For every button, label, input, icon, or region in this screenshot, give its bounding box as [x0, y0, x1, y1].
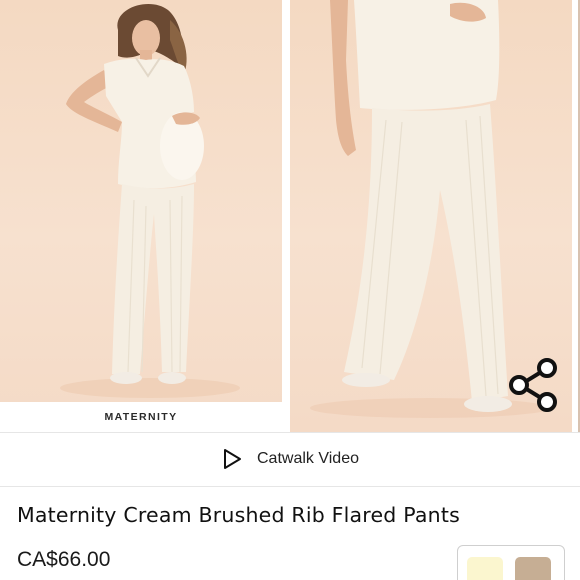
product-title: Maternity Cream Brushed Rib Flared Pants [17, 503, 460, 527]
share-icon [509, 358, 557, 412]
share-button[interactable] [506, 358, 562, 412]
product-image-front[interactable]: MATERNITY [0, 0, 282, 432]
swatch-mocha[interactable] [515, 557, 551, 580]
catwalk-video-button[interactable]: Catwalk Video [0, 433, 580, 485]
product-price: CA$66.00 [17, 548, 111, 571]
model-illustration-front [60, 3, 240, 398]
product-image-gallery[interactable]: MATERNITY [0, 0, 580, 432]
swatch-cream[interactable] [467, 557, 503, 580]
image-label: MATERNITY [0, 402, 282, 432]
color-swatch-selector[interactable] [457, 545, 565, 580]
play-icon [224, 449, 241, 469]
catwalk-video-label: Catwalk Video [257, 450, 359, 467]
divider [0, 486, 580, 487]
